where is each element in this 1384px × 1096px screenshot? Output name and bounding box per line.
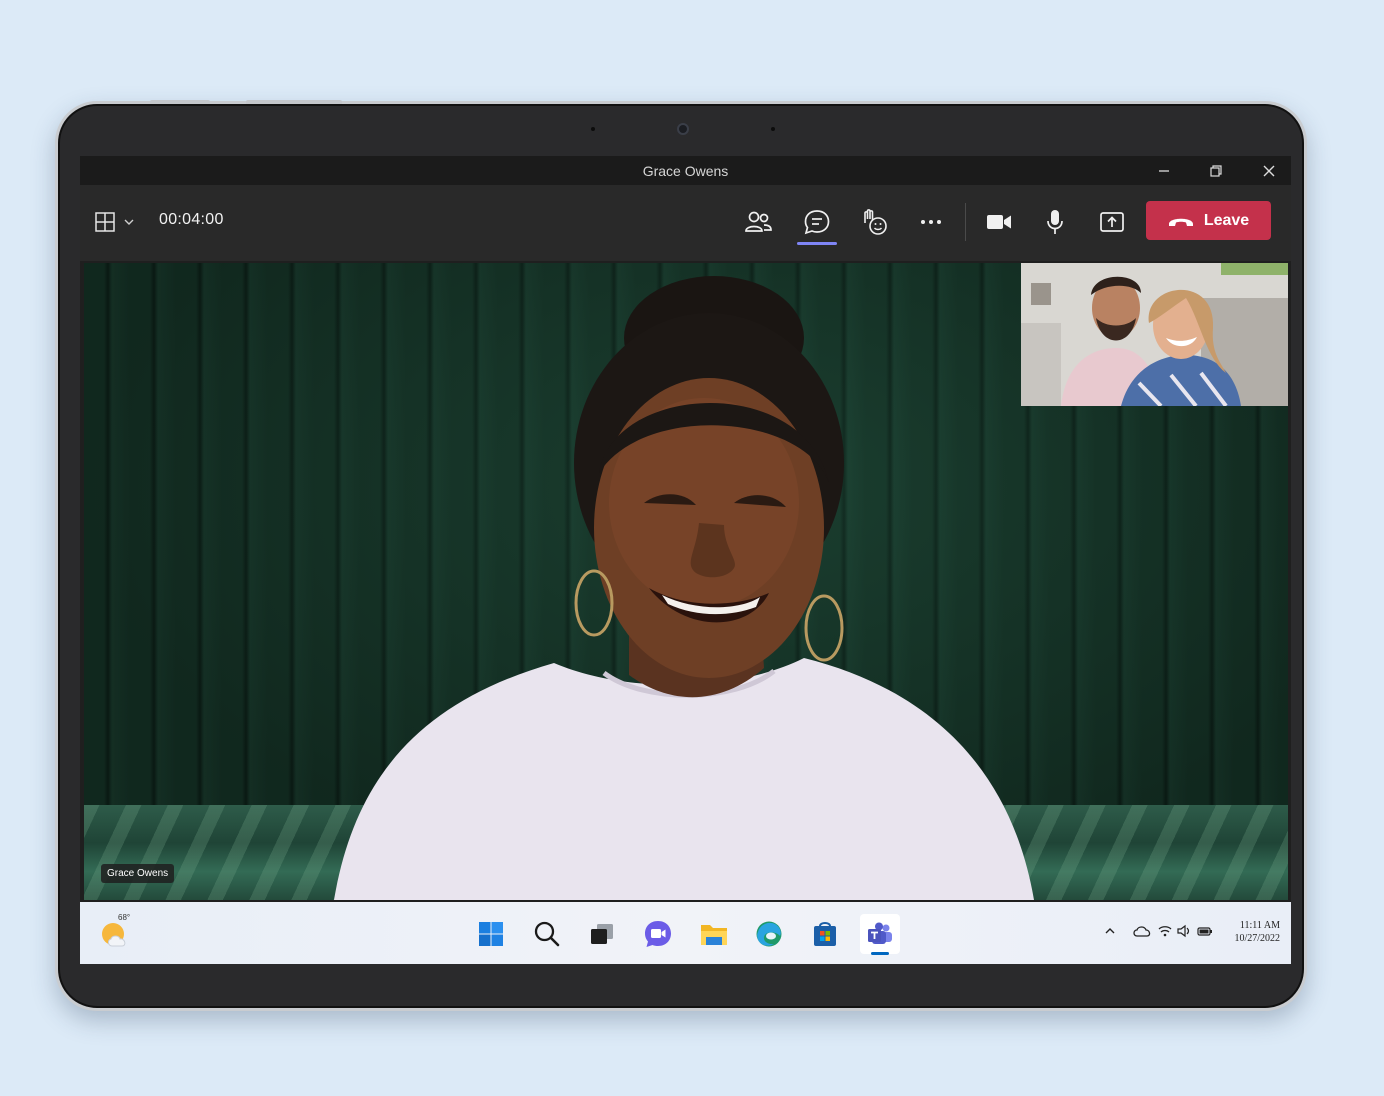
microphone-button[interactable] <box>1042 207 1068 237</box>
chevron-up-icon <box>1105 928 1115 934</box>
participant-name-tag: Grace Owens <box>101 864 175 883</box>
main-video-feed: Grace Owens <box>84 263 1288 900</box>
clock-date: 10/27/2022 <box>1234 933 1280 944</box>
self-view-video <box>1021 263 1288 406</box>
sensor-dot <box>771 127 775 131</box>
more-icon <box>921 220 941 224</box>
battery-tray-icon[interactable] <box>1197 924 1213 943</box>
close-button[interactable] <box>1257 159 1281 183</box>
layout-button[interactable] <box>94 210 138 234</box>
people-button[interactable] <box>740 207 776 237</box>
people-icon <box>745 211 772 232</box>
camera-lens <box>677 123 689 135</box>
leave-label: Leave <box>1203 211 1250 229</box>
chat-icon <box>804 210 830 235</box>
window-title: Grace Owens <box>642 163 729 179</box>
taskbar-clock[interactable]: 11:11 AM 10/27/2022 <box>1220 919 1280 945</box>
edge-browser-icon <box>756 921 782 947</box>
teams-app-button[interactable] <box>860 914 900 954</box>
share-screen-icon <box>1100 212 1124 232</box>
close-icon <box>1263 165 1275 177</box>
more-options-button[interactable] <box>916 207 946 237</box>
task-view-icon <box>591 924 613 944</box>
self-view-image <box>1021 263 1288 406</box>
volume-tray-icon[interactable] <box>1176 924 1192 943</box>
screen: Grace Owens 00:04:00 Leave Grace Owens 6… <box>80 156 1291 964</box>
layout-grid-icon <box>95 212 134 232</box>
clock-time: 11:11 AM <box>1239 920 1280 931</box>
chat-app-button[interactable] <box>638 914 678 954</box>
restore-button[interactable] <box>1204 159 1228 183</box>
onedrive-tray-icon[interactable] <box>1132 924 1152 943</box>
video-camera-icon <box>987 215 1011 229</box>
title-bar: Grace Owens <box>80 156 1291 185</box>
file-explorer-button[interactable] <box>694 914 734 954</box>
edge-browser-button[interactable] <box>749 914 789 954</box>
tablet-device: Grace Owens 00:04:00 Leave Grace Owens 6… <box>55 100 1307 1011</box>
minimize-button[interactable] <box>1152 159 1176 183</box>
wifi-icon <box>1158 926 1172 937</box>
search-icon <box>534 921 560 947</box>
share-screen-button[interactable] <box>1097 207 1127 237</box>
camera-button[interactable] <box>984 207 1014 237</box>
windows-taskbar: 68° 11:11 AM 10/27/2022 <box>80 902 1291 964</box>
microphone-icon <box>1047 210 1063 234</box>
power-button <box>246 100 342 104</box>
minimize-icon <box>1159 170 1169 172</box>
chat-button[interactable] <box>799 207 835 237</box>
network-tray-icon[interactable] <box>1157 924 1173 943</box>
teams-chat-icon <box>645 921 671 947</box>
toolbar-separator <box>965 203 966 241</box>
task-view-button[interactable] <box>582 914 622 954</box>
active-app-indicator <box>871 952 889 955</box>
call-timer: 00:04:00 <box>159 211 224 228</box>
start-button[interactable] <box>471 914 511 954</box>
reactions-button[interactable] <box>857 207 893 237</box>
call-toolbar: 00:04:00 Leave <box>80 185 1291 261</box>
weather-temperature: 68° <box>118 913 131 922</box>
active-tab-indicator <box>797 242 837 245</box>
store-bag-icon <box>814 922 836 946</box>
windows-logo-icon <box>479 922 503 946</box>
volume-button <box>150 100 210 104</box>
folder-icon <box>701 925 727 945</box>
speaker-icon <box>1177 924 1190 938</box>
restore-icon <box>1210 165 1222 177</box>
microsoft-store-button[interactable] <box>805 914 845 954</box>
search-button[interactable] <box>527 914 567 954</box>
cloud-icon <box>1133 926 1151 937</box>
raise-hand-reaction-icon <box>864 209 887 235</box>
sensor-dot <box>591 127 595 131</box>
leave-button[interactable]: Leave <box>1146 201 1271 240</box>
battery-icon <box>1197 927 1212 936</box>
show-hidden-icons-button[interactable] <box>1104 924 1116 942</box>
microsoft-teams-icon <box>868 922 892 944</box>
hang-up-phone-icon <box>1168 218 1193 226</box>
